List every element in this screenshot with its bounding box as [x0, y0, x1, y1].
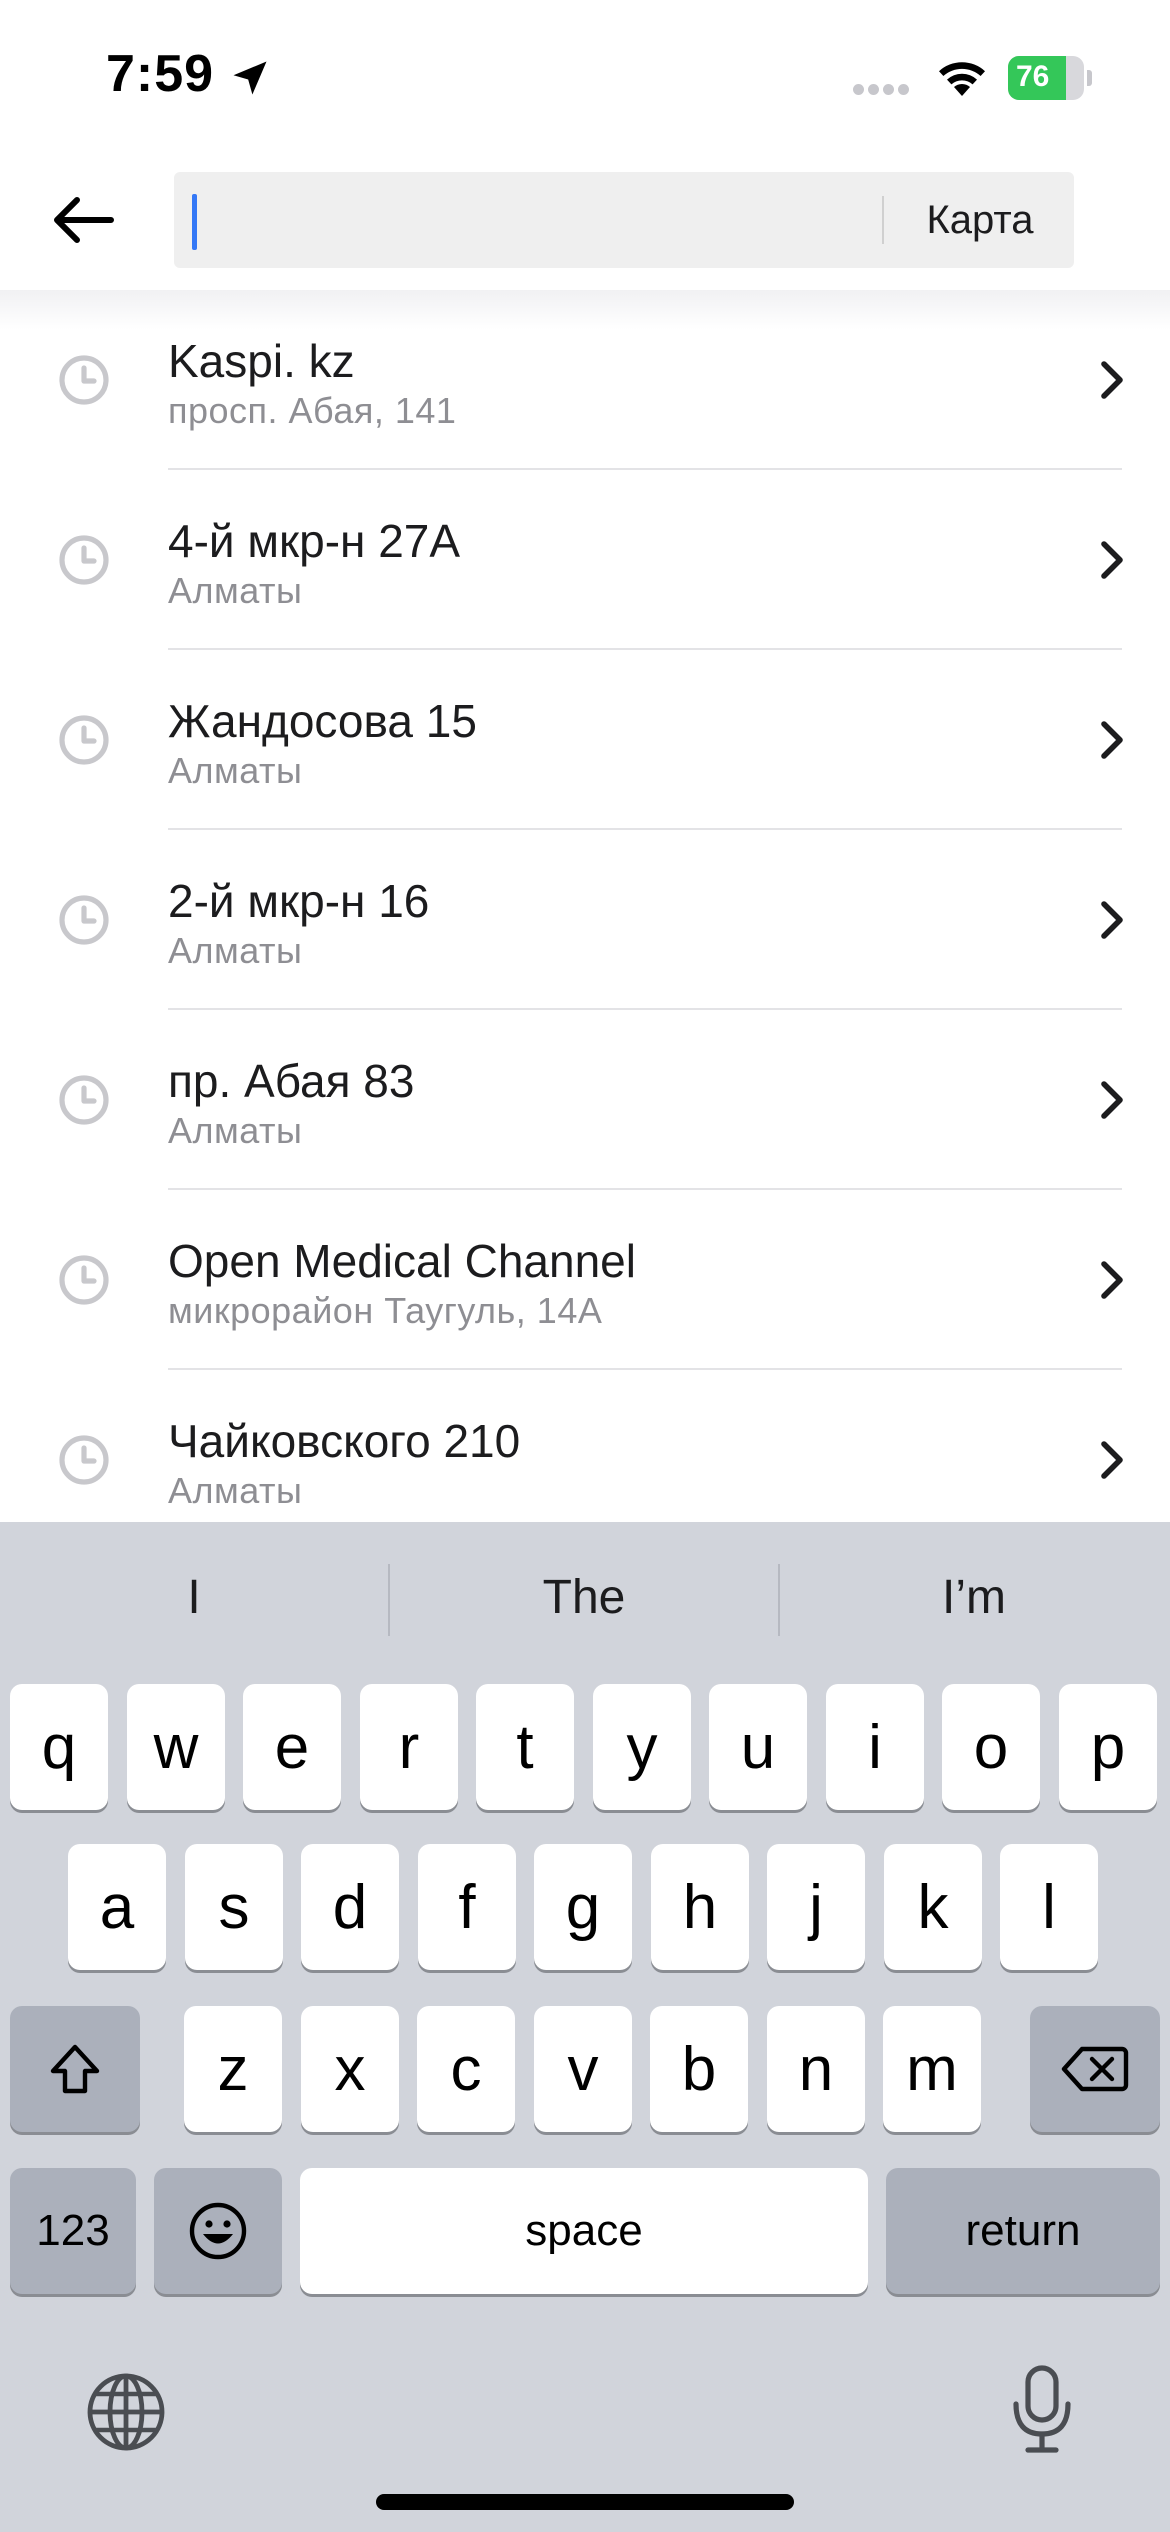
- history-item-title: пр. Абая 83: [168, 1055, 415, 1107]
- key-c[interactable]: c: [417, 2006, 515, 2132]
- numbers-key[interactable]: 123: [10, 2168, 136, 2294]
- status-bar: 7:59 76: [0, 0, 1170, 150]
- signal-dots-icon: [853, 82, 915, 96]
- back-button[interactable]: [40, 190, 126, 250]
- key-j[interactable]: j: [767, 1844, 865, 1970]
- search-box[interactable]: Карта: [174, 172, 1074, 268]
- chevron-right-icon: [1101, 361, 1123, 399]
- history-item-subtitle: просп. Абая, 141: [168, 390, 457, 431]
- key-s[interactable]: s: [185, 1844, 283, 1970]
- history-item-subtitle: микрорайон Таугуль, 14А: [168, 1290, 603, 1331]
- clock-icon: [59, 355, 109, 405]
- key-r[interactable]: r: [360, 1684, 458, 1810]
- space-key[interactable]: space: [300, 2168, 868, 2294]
- clock-icon: [59, 1075, 109, 1125]
- history-item-subtitle: Алматы: [168, 1110, 303, 1151]
- key-b[interactable]: b: [650, 2006, 748, 2132]
- text-caret: [192, 194, 197, 250]
- key-y[interactable]: y: [593, 1684, 691, 1810]
- battery-level: 76: [1016, 60, 1050, 93]
- globe-icon[interactable]: [84, 2370, 168, 2454]
- return-key[interactable]: return: [886, 2168, 1160, 2294]
- history-list: Kaspi. kz просп. Абая, 141 4-й мкр-н 27А…: [0, 290, 1170, 1522]
- history-item-title: 2-й мкр-н 16: [168, 875, 430, 927]
- history-item[interactable]: Жандосова 15 Алматы: [0, 650, 1170, 830]
- delete-key[interactable]: [1030, 2006, 1160, 2132]
- key-o[interactable]: o: [942, 1684, 1040, 1810]
- key-f[interactable]: f: [418, 1844, 516, 1970]
- keyboard: I The I’m qwertyuiop asdfghjkl zxcvbnm 123…: [0, 1522, 1170, 2532]
- chevron-right-icon: [1101, 1081, 1123, 1119]
- header-shadow: [0, 290, 1170, 330]
- history-item-title: Open Medical Channel: [168, 1235, 636, 1287]
- key-u[interactable]: u: [709, 1684, 807, 1810]
- history-item-subtitle: Алматы: [168, 750, 303, 791]
- history-item[interactable]: Чайковского 210 Алматы: [0, 1370, 1170, 1522]
- key-z[interactable]: z: [184, 2006, 282, 2132]
- key-h[interactable]: h: [651, 1844, 749, 1970]
- wifi-icon: [939, 62, 985, 96]
- suggestion-3[interactable]: I’m: [780, 1552, 1168, 1642]
- chevron-right-icon: [1101, 1261, 1123, 1299]
- shift-key[interactable]: [10, 2006, 140, 2132]
- key-d[interactable]: d: [301, 1844, 399, 1970]
- history-item-subtitle: Алматы: [168, 1470, 303, 1511]
- history-item-title: Kaspi. kz: [168, 335, 355, 387]
- chevron-right-icon: [1101, 901, 1123, 939]
- status-time: 7:59: [106, 45, 215, 103]
- clock-icon: [59, 535, 109, 585]
- suggestion-2[interactable]: The: [390, 1552, 778, 1642]
- emoji-icon: [189, 2202, 247, 2260]
- history-item-title: Жандосова 15: [168, 695, 477, 747]
- chevron-right-icon: [1101, 1441, 1123, 1479]
- suggestion-bar: I The I’m: [0, 1552, 1170, 1642]
- key-v[interactable]: v: [534, 2006, 632, 2132]
- key-n[interactable]: n: [767, 2006, 865, 2132]
- history-item-subtitle: Алматы: [168, 570, 303, 611]
- key-g[interactable]: g: [534, 1844, 632, 1970]
- home-indicator: [376, 2494, 794, 2510]
- key-i[interactable]: i: [826, 1684, 924, 1810]
- chevron-right-icon: [1101, 721, 1123, 759]
- location-arrow-icon: [233, 61, 267, 95]
- history-item-title: 4-й мкр-н 27А: [168, 515, 461, 567]
- history-item[interactable]: пр. Абая 83 Алматы: [0, 1010, 1170, 1190]
- clock-icon: [59, 1255, 109, 1305]
- arrow-left-icon: [54, 197, 114, 243]
- backspace-icon: [1061, 2046, 1129, 2092]
- suggestion-1[interactable]: I: [0, 1552, 388, 1642]
- shift-icon: [50, 2044, 100, 2094]
- key-e[interactable]: e: [243, 1684, 341, 1810]
- clock-icon: [59, 895, 109, 945]
- history-item-subtitle: Алматы: [168, 930, 303, 971]
- history-item[interactable]: Open Medical Channel микрорайон Таугуль,…: [0, 1190, 1170, 1370]
- key-p[interactable]: p: [1059, 1684, 1157, 1810]
- map-button[interactable]: Карта: [886, 172, 1074, 268]
- battery-charging-icon: 76: [1008, 56, 1092, 100]
- key-l[interactable]: l: [1000, 1844, 1098, 1970]
- key-m[interactable]: m: [883, 2006, 981, 2132]
- key-w[interactable]: w: [127, 1684, 225, 1810]
- clock-icon: [59, 1435, 109, 1485]
- history-item-title: Чайковского 210: [168, 1415, 521, 1467]
- key-a[interactable]: a: [68, 1844, 166, 1970]
- search-header: Карта: [0, 150, 1170, 290]
- key-q[interactable]: q: [10, 1684, 108, 1810]
- clock-icon: [59, 715, 109, 765]
- emoji-key[interactable]: [154, 2168, 282, 2294]
- history-item[interactable]: 2-й мкр-н 16 Алматы: [0, 830, 1170, 1010]
- key-t[interactable]: t: [476, 1684, 574, 1810]
- search-divider: [882, 196, 884, 244]
- key-k[interactable]: k: [884, 1844, 982, 1970]
- key-x[interactable]: x: [301, 2006, 399, 2132]
- history-item[interactable]: 4-й мкр-н 27А Алматы: [0, 470, 1170, 650]
- chevron-right-icon: [1101, 541, 1123, 579]
- microphone-icon[interactable]: [1010, 2364, 1074, 2456]
